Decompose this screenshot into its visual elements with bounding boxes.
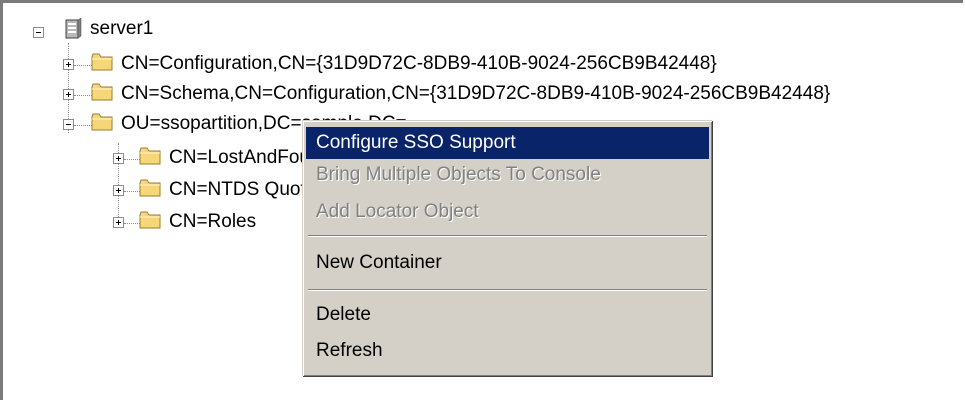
folder-icon	[91, 53, 113, 71]
menu-item-delete[interactable]: Delete	[306, 299, 709, 331]
folder-icon	[91, 83, 113, 101]
folder-icon	[139, 179, 161, 197]
folder-icon	[139, 211, 161, 229]
tree-node-roles[interactable]: CN=Roles	[169, 211, 256, 233]
folder-icon	[139, 147, 161, 165]
menu-item-refresh[interactable]: Refresh	[306, 335, 709, 367]
menu-item-configure-sso-support[interactable]: Configure SSO Support	[306, 127, 709, 159]
menu-item-new-container[interactable]: New Container	[306, 247, 709, 279]
expand-icon[interactable]	[63, 59, 74, 70]
expand-icon[interactable]	[113, 217, 124, 228]
expand-icon[interactable]	[113, 153, 124, 164]
expand-icon[interactable]	[63, 89, 74, 100]
collapse-icon[interactable]	[63, 119, 74, 130]
expand-icon[interactable]	[113, 185, 124, 196]
tree-node-configuration[interactable]: CN=Configuration,CN={31D9D72C-8DB9-410B-…	[121, 53, 717, 75]
menu-item-add-locator-object: Add Locator Object	[316, 201, 479, 222]
folder-icon	[91, 113, 113, 131]
menu-item-bring-multiple-objects: Bring Multiple Objects To Console	[316, 164, 601, 185]
server-icon	[65, 18, 82, 39]
tree-node-server1[interactable]: server1	[90, 18, 153, 40]
menu-separator	[308, 289, 707, 291]
tree-node-schema[interactable]: CN=Schema,CN=Configuration,CN={31D9D72C-…	[121, 83, 830, 105]
context-menu: Configure SSO Support Bring Multiple Obj…	[302, 120, 712, 376]
menu-separator	[308, 235, 707, 237]
collapse-icon[interactable]	[33, 27, 44, 38]
